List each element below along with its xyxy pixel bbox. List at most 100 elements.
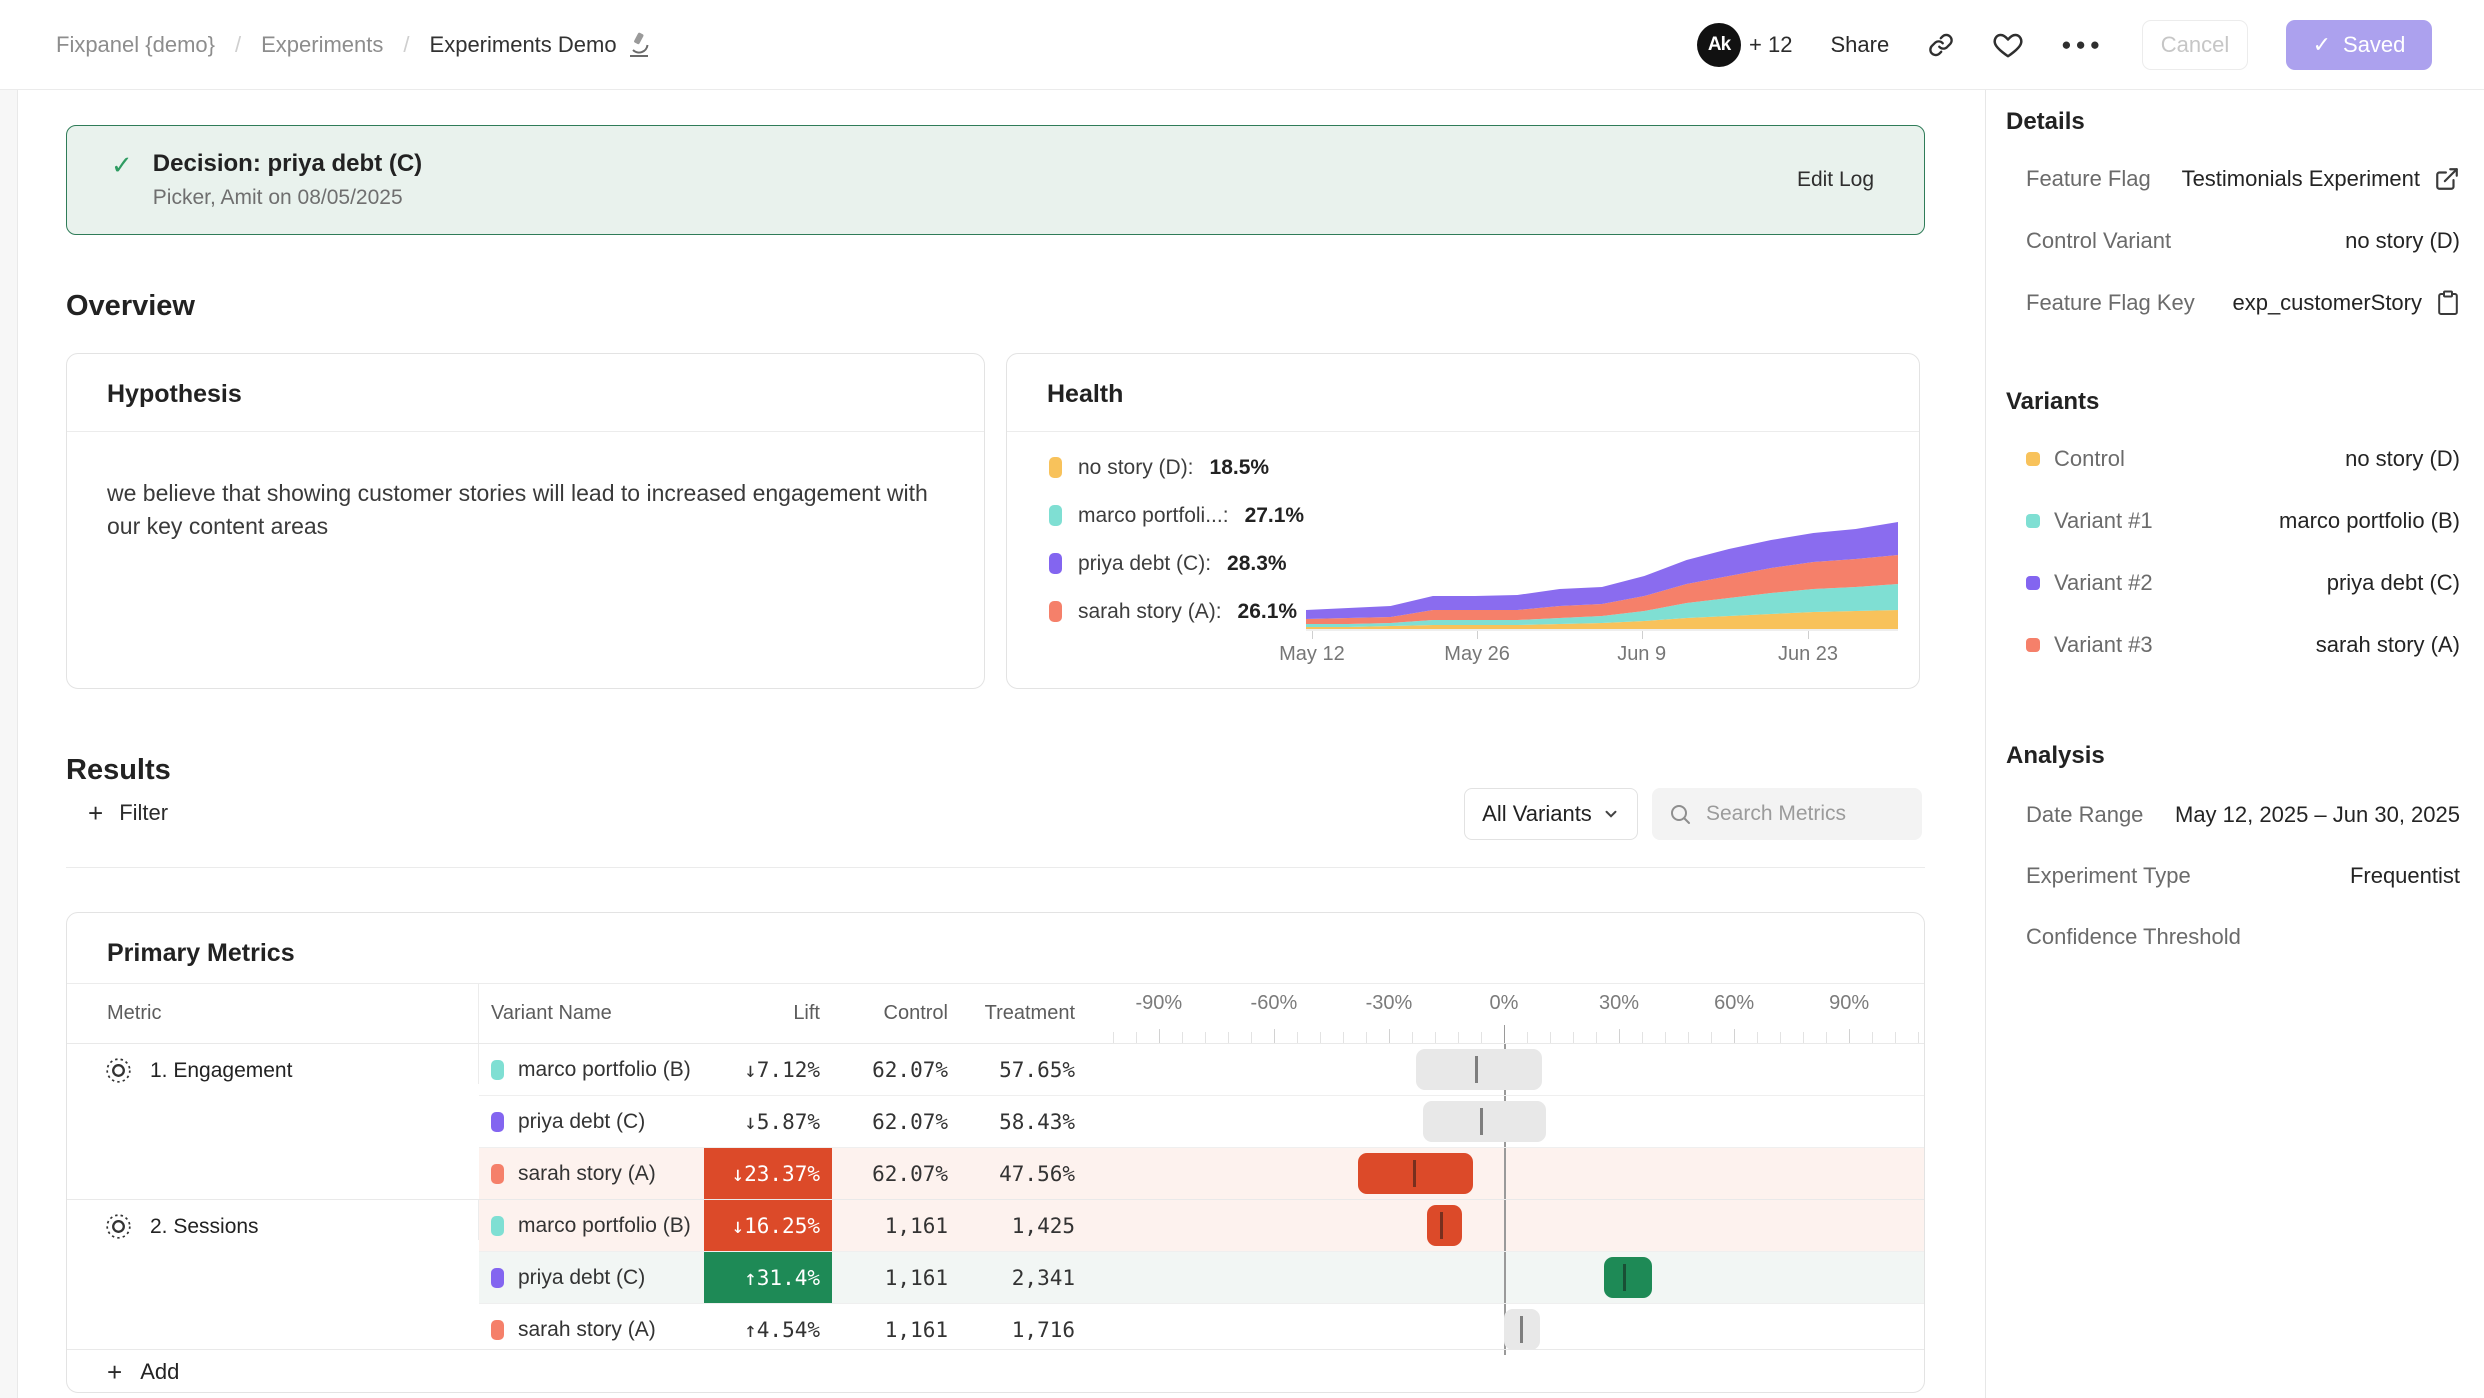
metric-name-cell[interactable]: 1. Engagement: [67, 1044, 479, 1084]
confidence-interval-cell: [1087, 1044, 1924, 1095]
field-value: exp_customerStory: [2232, 290, 2422, 316]
analysis-section-title: Analysis: [2006, 742, 2460, 770]
variant-name: priya debt (C): [518, 1110, 645, 1134]
confidence-interval-bar: [1423, 1101, 1546, 1142]
lift-axis-tick: [1366, 1032, 1367, 1043]
copy-link-icon[interactable]: [1927, 31, 1955, 59]
variants-row: Variant #1marco portfolio (B): [2006, 508, 2460, 534]
primary-metrics-card: Primary Metrics Metric Variant Name Lift…: [66, 912, 1925, 1393]
variants-row: Variant #2priya debt (C): [2006, 570, 2460, 596]
details-sidebar: DetailsFeature FlagTestimonials Experime…: [2006, 90, 2460, 950]
add-metric-button[interactable]: + Add: [67, 1349, 1924, 1393]
variant-color-swatch: [1049, 601, 1062, 622]
avatar[interactable]: Ak: [1697, 23, 1741, 67]
variant-color-swatch: [491, 1320, 504, 1340]
external-link-icon[interactable]: [2434, 166, 2460, 192]
confidence-interval-cell: [1087, 1096, 1924, 1147]
metric-label: 2. Sessions: [150, 1215, 259, 1239]
treatment-value-cell: 57.65%: [948, 1044, 1087, 1095]
primary-metrics-title: Primary Metrics: [107, 939, 295, 968]
analysis-row: Confidence Threshold: [2006, 924, 2460, 950]
lift-axis-tick: [1688, 1032, 1689, 1043]
health-title: Health: [1047, 380, 1123, 409]
control-value-cell: 1,161: [832, 1252, 948, 1303]
top-bar: Fixpanel {demo} / Experiments / Experime…: [0, 0, 2484, 90]
lift-axis-tick: [1619, 1029, 1620, 1043]
col-variant-name: Variant Name: [479, 984, 704, 1043]
share-button[interactable]: Share: [1830, 32, 1889, 58]
legend-label: sarah story (A):: [1078, 600, 1222, 624]
lift-axis-tick: [1274, 1029, 1275, 1043]
col-lift: Lift: [704, 984, 832, 1043]
variant-name-cell: marco portfolio (B): [479, 1044, 704, 1095]
control-value-cell: 62.07%: [832, 1148, 948, 1199]
variant-color-swatch: [491, 1268, 504, 1288]
variants-dropdown[interactable]: All Variants: [1464, 788, 1638, 840]
control-value-cell: 1,161: [832, 1200, 948, 1251]
field-label: Confidence Threshold: [2026, 924, 2241, 950]
details-section: DetailsFeature FlagTestimonials Experime…: [2006, 108, 2460, 316]
analysis-row: Date RangeMay 12, 2025 – Jun 30, 2025: [2006, 802, 2460, 828]
favorite-icon[interactable]: [1993, 31, 2023, 59]
legend-label: marco portfoli...:: [1078, 504, 1229, 528]
health-card: Health no story (D):18.5% marco portfoli.…: [1006, 353, 1920, 689]
lift-value-cell: ↓5.87%: [704, 1096, 832, 1147]
field-value: Frequentist: [2350, 863, 2460, 889]
more-actions-button[interactable]: ●●●: [2061, 35, 2104, 55]
breadcrumb-experiments[interactable]: Experiments: [261, 32, 383, 58]
edit-log-button[interactable]: Edit Log: [1797, 168, 1874, 192]
metrics-table-header: Metric Variant Name Lift Control Treatme…: [67, 984, 1924, 1043]
search-metrics-input[interactable]: [1704, 801, 1908, 827]
variant-color-swatch: [1049, 505, 1062, 526]
health-legend-item: no story (D):18.5%: [1049, 457, 1304, 478]
variant-result-row: marco portfolio (B)↓16.25%1,1611,425: [479, 1200, 1924, 1251]
treatment-value-cell: 1,716: [948, 1304, 1087, 1355]
health-legend-item: marco portfoli...:27.1%: [1049, 505, 1304, 526]
breadcrumb-current: Experiments Demo: [430, 32, 651, 58]
saved-button[interactable]: ✓ Saved: [2286, 20, 2432, 70]
check-icon: ✓: [2313, 32, 2331, 58]
confidence-interval-bar: [1504, 1309, 1540, 1350]
lift-axis-tick: [1458, 1032, 1459, 1043]
lift-axis-tick: [1527, 1032, 1528, 1043]
clipboard-icon[interactable]: [2436, 290, 2460, 316]
lift-value-cell: ↓7.12%: [704, 1044, 832, 1095]
metric-goal-icon: [105, 1213, 132, 1240]
lift-axis-tick: [1136, 1032, 1137, 1043]
breadcrumb-separator: /: [235, 32, 241, 58]
metric-name-cell[interactable]: 2. Sessions: [67, 1200, 479, 1240]
lift-axis-tick: [1412, 1032, 1413, 1043]
confidence-interval-bar: [1427, 1205, 1462, 1246]
field-value: Testimonials Experiment: [2182, 166, 2420, 192]
lift-center-tick: [1480, 1108, 1483, 1135]
lift-axis-tick: [1159, 1029, 1160, 1043]
collaborators[interactable]: Ak + 12: [1697, 23, 1792, 67]
collaborator-count: + 12: [1749, 32, 1792, 58]
field-label: Experiment Type: [2026, 863, 2191, 889]
lift-axis-tick: [1573, 1032, 1574, 1043]
add-filter-button[interactable]: + Filter: [88, 800, 168, 826]
health-exposure-chart: [1306, 516, 1898, 631]
breadcrumb-project[interactable]: Fixpanel {demo}: [56, 32, 215, 58]
details-row: Feature FlagTestimonials Experiment: [2006, 166, 2460, 192]
microscope-icon: [627, 32, 651, 58]
variant-result-row: sarah story (A)↓23.37%62.07%47.56%: [479, 1147, 1924, 1199]
lift-value-cell: ↑31.4%: [704, 1252, 832, 1303]
chevron-down-icon: [1602, 805, 1620, 823]
hypothesis-body[interactable]: we believe that showing customer stories…: [107, 477, 957, 542]
results-divider: [66, 867, 1925, 868]
lift-axis-tick: [1780, 1032, 1781, 1043]
cancel-button[interactable]: Cancel: [2142, 20, 2248, 70]
field-value: no story (D): [2345, 228, 2460, 254]
variant-color-swatch: [491, 1112, 504, 1132]
x-axis-tick-label: May 26: [1444, 643, 1510, 666]
variant-color-swatch: [1049, 457, 1062, 478]
confidence-interval-cell: [1087, 1148, 1924, 1199]
hypothesis-card: Hypothesis we believe that showing custo…: [66, 353, 985, 689]
variant-name: priya debt (C): [518, 1266, 645, 1290]
search-metrics-box[interactable]: [1652, 788, 1922, 840]
treatment-value-cell: 1,425: [948, 1200, 1087, 1251]
variant-name: sarah story (A): [518, 1318, 656, 1342]
lift-axis-tick: [1205, 1032, 1206, 1043]
decision-title: Decision: priya debt (C): [153, 150, 422, 178]
